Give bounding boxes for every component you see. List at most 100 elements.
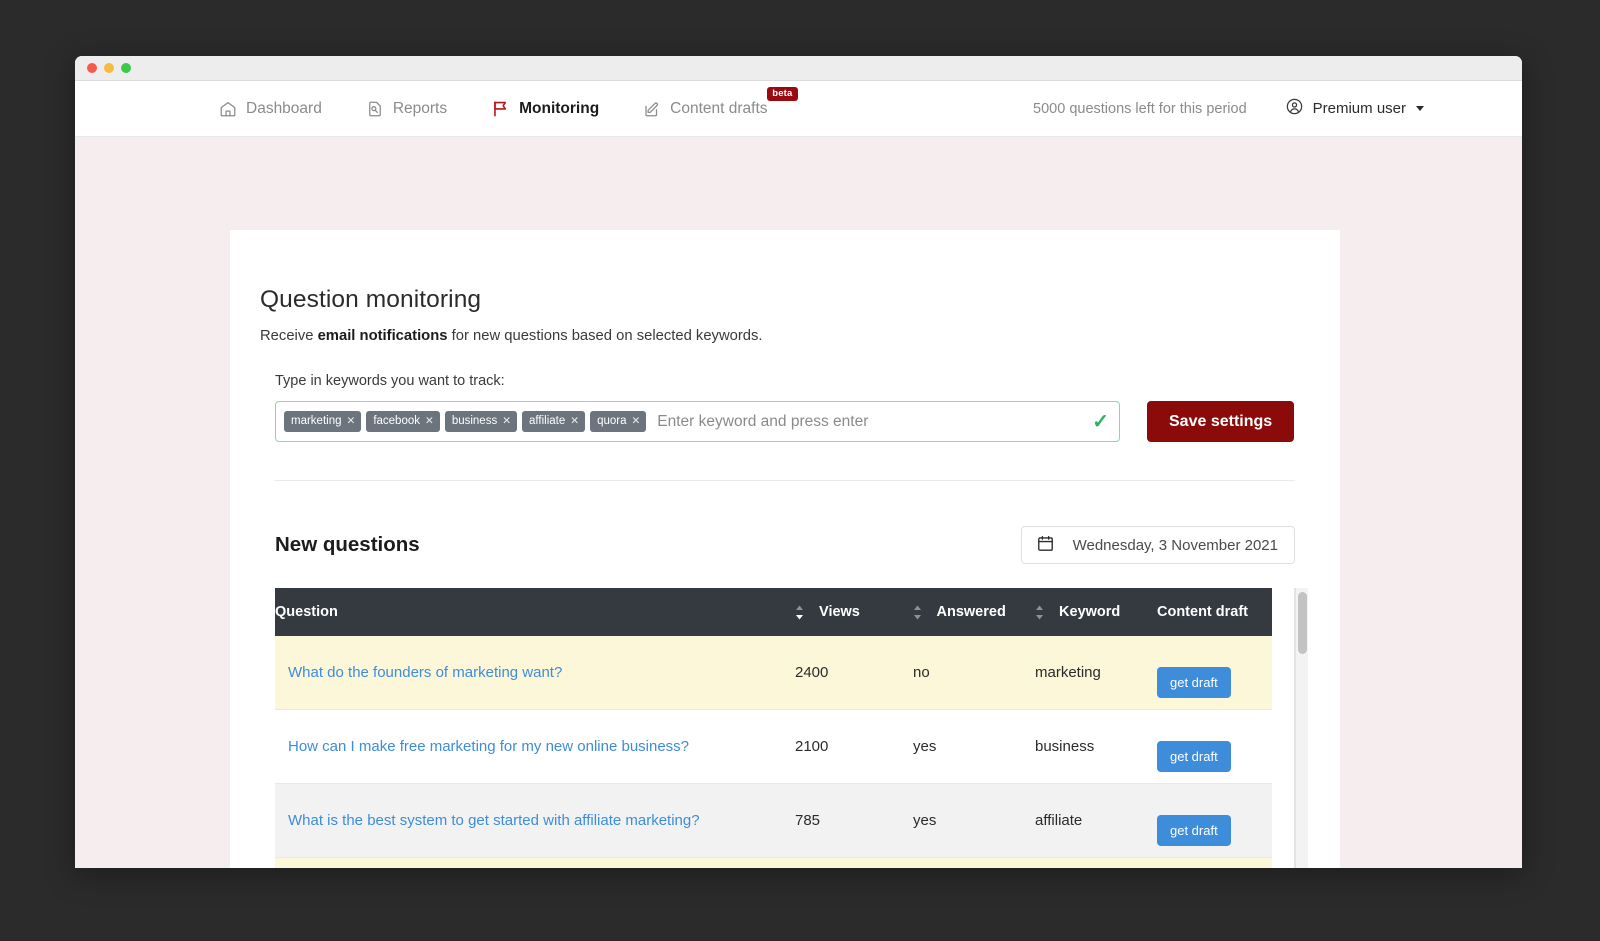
cell-views: 2100: [795, 709, 913, 784]
cell-content-draft: get draft: [1157, 857, 1272, 868]
remove-keyword-icon[interactable]: ✕: [570, 415, 579, 428]
nav-label-content-drafts: Content drafts: [670, 99, 768, 117]
header-right-group: 5000 questions left for this period Prem…: [1033, 97, 1424, 120]
column-header-views[interactable]: Views: [795, 588, 913, 636]
date-picker[interactable]: Wednesday, 3 November 2021: [1020, 526, 1295, 564]
cell-question[interactable]: What do the founders of marketing want?: [275, 636, 795, 710]
app-header: Dashboard Reports Monitoring Content dra…: [75, 81, 1522, 137]
table-row[interactable]: What is the best system to get started w…: [275, 783, 1272, 858]
keyword-settings-row: marketing ✕ facebook ✕ business ✕ affili…: [275, 401, 1310, 442]
main-navigation: Dashboard Reports Monitoring Content dra…: [219, 86, 798, 118]
cell-answered: no: [913, 636, 1035, 710]
cell-content-draft: get draft: [1157, 783, 1272, 858]
cell-keyword: affiliate: [1035, 857, 1157, 868]
close-window-button[interactable]: [87, 63, 97, 73]
keyword-tag-label: facebook: [373, 415, 420, 428]
nav-label-monitoring: Monitoring: [519, 99, 600, 117]
sort-icon-views[interactable]: [795, 605, 811, 620]
cell-views: 680: [795, 857, 913, 868]
table-scrollbar-thumb[interactable]: [1298, 592, 1307, 654]
nav-item-reports[interactable]: Reports: [366, 100, 447, 118]
cell-question[interactable]: What is the best system to get started w…: [275, 783, 795, 858]
keywords-field-label: Type in keywords you want to track:: [275, 373, 505, 389]
cell-question[interactable]: How can I make free marketing for my new…: [275, 709, 795, 784]
keyword-tag-input[interactable]: marketing ✕ facebook ✕ business ✕ affili…: [275, 401, 1120, 442]
user-menu[interactable]: Premium user: [1285, 97, 1424, 120]
table-row[interactable]: What do the founders of marketing want? …: [275, 636, 1272, 710]
questions-table-body: What do the founders of marketing want? …: [275, 636, 1272, 868]
keyword-tag[interactable]: facebook ✕: [366, 411, 440, 432]
column-header-question[interactable]: Question: [275, 588, 795, 636]
table-scrollbar[interactable]: [1295, 588, 1308, 868]
cell-content-draft: get draft: [1157, 709, 1272, 784]
page-title: Question monitoring: [260, 286, 482, 313]
questions-table-head: Question Views Answered Keyword Content …: [275, 588, 1272, 636]
nav-label-dashboard: Dashboard: [246, 99, 322, 117]
remove-keyword-icon[interactable]: ✕: [425, 415, 434, 428]
cell-views: 785: [795, 783, 913, 858]
get-draft-button[interactable]: get draft: [1157, 667, 1231, 698]
keyword-input-placeholder[interactable]: Enter keyword and press enter: [651, 413, 1081, 431]
remove-keyword-icon[interactable]: ✕: [502, 415, 511, 428]
new-questions-title: New questions: [275, 533, 420, 556]
column-label-answered: Answered: [936, 604, 1006, 620]
get-draft-button[interactable]: get draft: [1157, 815, 1231, 846]
column-header-content-draft: Content draft: [1157, 588, 1272, 636]
minimize-window-button[interactable]: [104, 63, 114, 73]
column-label-views: Views: [819, 604, 860, 620]
nav-item-monitoring[interactable]: Monitoring: [491, 99, 599, 118]
cell-keyword: affiliate: [1035, 783, 1157, 858]
flag-icon: [491, 99, 510, 118]
cell-content-draft: get draft: [1157, 636, 1272, 710]
nav-label-reports: Reports: [392, 99, 448, 117]
keyword-tag[interactable]: affiliate ✕: [522, 411, 586, 432]
table-header-row: Question Views Answered Keyword Content …: [275, 588, 1272, 636]
user-menu-label: Premium user: [1312, 100, 1406, 117]
home-icon: [219, 100, 237, 118]
maximize-window-button[interactable]: [121, 63, 131, 73]
cell-views: 2400: [795, 636, 913, 710]
content-card: Question monitoring Receive email notifi…: [230, 230, 1340, 868]
table-row[interactable]: How can I make free marketing for my new…: [275, 709, 1272, 784]
nav-item-dashboard[interactable]: Dashboard: [219, 100, 322, 118]
subtitle-suffix: for new questions based on selected keyw…: [447, 328, 763, 344]
report-document-icon: [366, 100, 384, 118]
keyword-tag[interactable]: marketing ✕: [284, 411, 362, 432]
keyword-tag-label: business: [451, 415, 498, 428]
cell-answered: yes: [913, 783, 1035, 858]
cell-question[interactable]: What is the number one marketing affilia…: [275, 857, 795, 868]
questions-table: Question Views Answered Keyword Content …: [275, 588, 1272, 868]
page-subtitle: Receive email notifications for new ques…: [260, 328, 1310, 344]
subtitle-prefix: Receive: [260, 328, 318, 344]
screen-root: Dashboard Reports Monitoring Content dra…: [0, 0, 1600, 941]
remove-keyword-icon[interactable]: ✕: [347, 415, 356, 428]
check-icon: ✓: [1092, 410, 1109, 433]
browser-window: Dashboard Reports Monitoring Content dra…: [75, 56, 1522, 868]
keyword-tag[interactable]: business ✕: [444, 411, 518, 432]
keyword-tag[interactable]: quora ✕: [590, 411, 647, 432]
get-draft-button[interactable]: get draft: [1157, 741, 1231, 772]
save-settings-button[interactable]: Save settings: [1147, 401, 1295, 442]
new-questions-header: New questions Wednesday, 3 November 2021: [275, 526, 1295, 564]
keyword-tag-label: marketing: [291, 415, 342, 428]
section-divider: [275, 480, 1295, 481]
table-row[interactable]: What is the number one marketing affilia…: [275, 857, 1272, 868]
questions-quota-text: 5000 questions left for this period: [1033, 100, 1247, 117]
page-background: Question monitoring Receive email notifi…: [75, 137, 1522, 868]
cell-keyword: business: [1035, 709, 1157, 784]
remove-keyword-icon[interactable]: ✕: [631, 415, 640, 428]
keyword-tag-label: affiliate: [529, 415, 566, 428]
cell-keyword: marketing: [1035, 636, 1157, 710]
nav-item-content-drafts[interactable]: Content drafts beta: [643, 86, 798, 118]
questions-table-wrapper: Question Views Answered Keyword Content …: [275, 588, 1308, 868]
sort-icon-answered[interactable]: [913, 605, 929, 620]
beta-badge: beta: [767, 86, 798, 101]
cell-answered: no: [913, 857, 1035, 868]
column-header-keyword[interactable]: Keyword: [1035, 588, 1157, 636]
window-titlebar: [75, 56, 1522, 81]
calendar-icon: [1036, 534, 1055, 557]
column-label-question: Question: [275, 604, 338, 620]
column-header-answered[interactable]: Answered: [913, 588, 1035, 636]
sort-icon-keyword[interactable]: [1035, 605, 1051, 620]
subtitle-bold-email-notifications: email notifications: [317, 328, 448, 344]
